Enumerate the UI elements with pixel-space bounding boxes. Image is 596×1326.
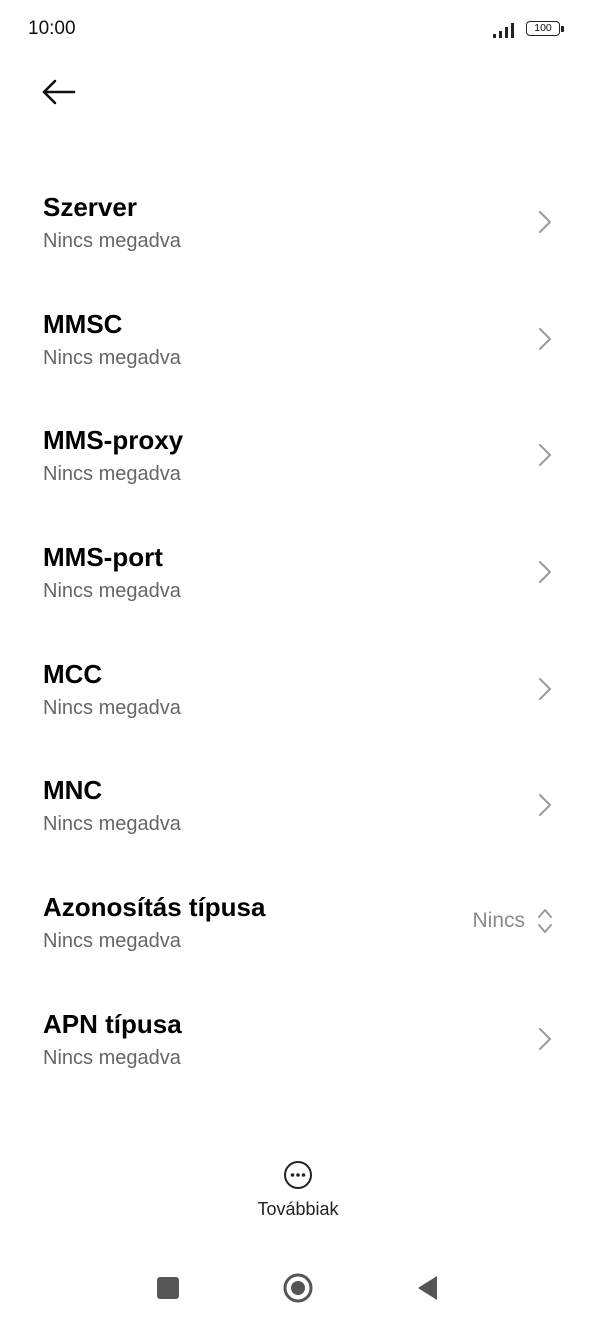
setting-row-mcc[interactable]: MCC Nincs megadva <box>0 647 596 764</box>
auth-type-selected[interactable]: Nincs <box>472 909 525 933</box>
chevron-right-icon <box>539 561 551 584</box>
setting-value: Nincs megadva <box>43 813 181 836</box>
setting-value: Nincs megadva <box>43 930 181 953</box>
setting-title: MMS-proxy <box>43 425 184 456</box>
more-button[interactable]: Továbbiak <box>248 1158 348 1224</box>
chevron-right-icon <box>539 211 551 233</box>
setting-row-mmsc[interactable]: MMSC Nincs megadva <box>0 297 596 414</box>
setting-title: Azonosítás típusa <box>43 892 266 923</box>
apn-settings-list: Szerver Nincs megadva MMSC Nincs megadva… <box>0 180 596 1114</box>
setting-value: Nincs megadva <box>43 230 181 252</box>
setting-title: MMS-port <box>43 542 163 573</box>
setting-row-mms-port[interactable]: MMS-port Nincs megadva <box>0 530 596 647</box>
battery-level: 100 <box>526 21 560 36</box>
setting-value: Nincs megadva <box>43 696 181 719</box>
setting-row-mms-proxy[interactable]: MMS-proxy Nincs megadva <box>0 413 596 530</box>
recents-button[interactable] <box>143 1265 193 1315</box>
setting-value: Nincs megadva <box>43 1046 181 1069</box>
updown-icon <box>538 909 552 934</box>
chevron-right-icon <box>539 794 551 817</box>
setting-value: Nincs megadva <box>43 346 181 369</box>
home-circle-icon <box>283 1273 313 1303</box>
home-button[interactable] <box>273 1265 323 1315</box>
back-nav-button[interactable] <box>403 1265 453 1315</box>
recents-square-icon <box>157 1277 179 1299</box>
setting-row-apn-type[interactable]: APN típusa Nincs megadva <box>0 997 596 1114</box>
setting-row-szerver[interactable]: Szerver Nincs megadva <box>0 180 596 297</box>
setting-value: Nincs megadva <box>43 463 181 486</box>
chevron-right-icon <box>539 677 551 700</box>
more-horizontal-icon <box>284 1161 312 1189</box>
chevron-right-icon <box>539 444 551 467</box>
back-button[interactable] <box>32 68 84 116</box>
setting-title: MCC <box>43 658 103 689</box>
back-triangle-icon <box>418 1276 437 1300</box>
signal-icon <box>493 23 514 38</box>
setting-value: Nincs megadva <box>43 580 181 603</box>
setting-row-mnc[interactable]: MNC Nincs megadva <box>0 763 596 880</box>
chevron-right-icon <box>539 327 551 350</box>
setting-title: MMSC <box>43 308 123 339</box>
setting-title: MNC <box>43 775 103 806</box>
status-time: 10:00 <box>28 18 76 39</box>
chevron-right-icon <box>539 1027 551 1050</box>
battery-icon: 100 <box>526 21 566 38</box>
setting-title: APN típusa <box>43 1008 182 1039</box>
setting-title: Szerver <box>43 192 137 222</box>
status-bar: 10:00 100 <box>0 0 596 60</box>
more-label: Továbbiak <box>257 1199 339 1219</box>
setting-row-auth-type[interactable]: Azonosítás típusa Nincs megadva Nincs <box>0 880 596 997</box>
arrow-left-icon <box>42 79 76 105</box>
navigation-bar <box>0 1250 596 1326</box>
